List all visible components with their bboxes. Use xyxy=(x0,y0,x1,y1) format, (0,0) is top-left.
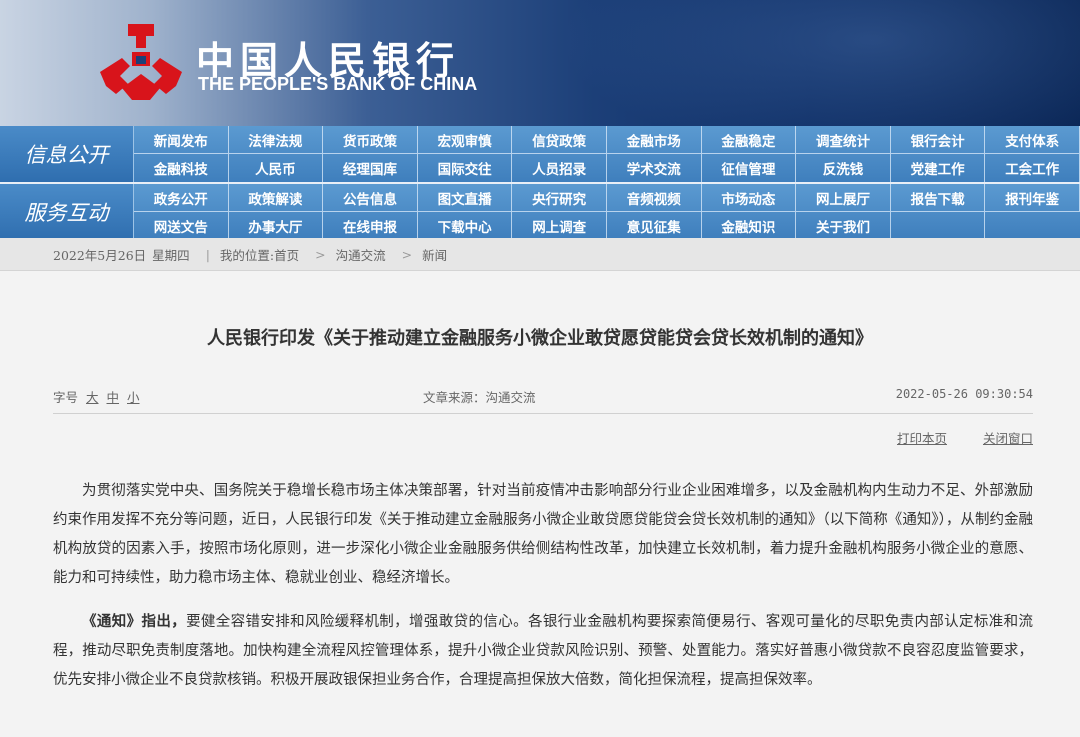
article-paragraph: 《通知》指出，要健全容错安排和风险缓释机制，增强敢贷的信心。各银行业金融机构要探… xyxy=(53,607,1033,695)
article-title: 人民银行印发《关于推动建立金融服务小微企业敢贷愿贷能贷会贷长效机制的通知》 xyxy=(207,328,873,349)
nav-link[interactable]: 支付体系 xyxy=(985,126,1080,154)
current-date: 2022年5月26日 xyxy=(53,247,147,263)
nav-link[interactable]: 市场动态 xyxy=(701,184,797,212)
current-weekday: 星期四 xyxy=(152,247,190,263)
nav-link[interactable]: 信贷政策 xyxy=(512,126,607,154)
nav-link[interactable]: 货币政策 xyxy=(323,126,418,154)
article-meta: 字号 大 中 小 文章来源：沟通交流 2022-05-26 09:30:54 xyxy=(53,387,1033,407)
breadcrumb-home-link[interactable]: 我的位置:首页 xyxy=(220,245,299,264)
pboc-emblem-icon[interactable] xyxy=(98,22,184,102)
article-datetime: 2022-05-26 09:30:54 xyxy=(895,387,1033,401)
nav-link[interactable]: 办事大厅 xyxy=(229,212,324,240)
nav-link[interactable]: 央行研究 xyxy=(512,184,607,212)
site-header: 中国人民银行 THE PEOPLE'S BANK OF CHINA xyxy=(0,0,1080,126)
nav-link[interactable]: 金融稳定 xyxy=(701,126,797,154)
nav-link[interactable]: 在线申报 xyxy=(323,212,418,240)
nav-link[interactable]: 国际交往 xyxy=(418,154,513,182)
nav-link[interactable]: 党建工作 xyxy=(891,154,986,182)
nav-link[interactable]: 网送文告 xyxy=(134,212,229,240)
nav-service-title: 服务互动 xyxy=(0,184,134,240)
font-size-medium-link[interactable]: 中 xyxy=(107,390,120,405)
nav-link[interactable]: 关于我们 xyxy=(796,212,891,240)
nav-link[interactable]: 经理国库 xyxy=(323,154,418,182)
nav-link[interactable]: 公告信息 xyxy=(323,184,418,212)
nav-link[interactable]: 报刊年鉴 xyxy=(985,184,1080,212)
nav-link[interactable]: 政策解读 xyxy=(228,184,324,212)
nav-link[interactable]: 金融知识 xyxy=(702,212,797,240)
article-tools: 打印本页 关闭窗口 xyxy=(865,428,1033,447)
nav-link[interactable]: 下载中心 xyxy=(418,212,513,240)
nav-link[interactable]: 法律法规 xyxy=(228,126,324,154)
breadcrumb-level2-link[interactable]: 新闻 xyxy=(422,245,447,264)
font-size-small-link[interactable]: 小 xyxy=(127,390,140,405)
main-navigation: 信息公开 新闻发布 法律法规 货币政策 宏观审慎 信贷政策 金融市场 金融稳定 … xyxy=(0,126,1080,240)
article-paragraph: 为贯彻落实党中央、国务院关于稳增长稳市场主体决策部署，针对当前疫情冲击影响部分行… xyxy=(53,483,1033,586)
nav-info-grid: 新闻发布 法律法规 货币政策 宏观审慎 信贷政策 金融市场 金融稳定 调查统计 … xyxy=(134,126,1080,182)
print-page-link[interactable]: 打印本页 xyxy=(897,431,947,446)
nav-service-grid: 政务公开 政策解读 公告信息 图文直播 央行研究 音频视频 市场动态 网上展厅 … xyxy=(134,184,1080,240)
nav-link[interactable]: 金融科技 xyxy=(134,154,229,182)
close-window-link[interactable]: 关闭窗口 xyxy=(983,431,1033,446)
nav-link[interactable]: 新闻发布 xyxy=(134,126,229,154)
nav-link-empty xyxy=(985,212,1080,240)
chevron-right-icon: > xyxy=(315,246,326,262)
nav-link[interactable]: 网上调查 xyxy=(512,212,607,240)
nav-link[interactable]: 人员招录 xyxy=(512,154,607,182)
nav-link[interactable]: 人民币 xyxy=(229,154,324,182)
font-size-label: 字号 xyxy=(53,390,79,405)
article-source: 文章来源：沟通交流 xyxy=(423,390,536,405)
nav-link[interactable]: 报告下载 xyxy=(890,184,986,212)
nav-link[interactable]: 网上展厅 xyxy=(796,184,891,212)
nav-link-empty xyxy=(891,212,986,240)
article-container: 人民银行印发《关于推动建立金融服务小微企业敢贷愿贷能贷会贷长效机制的通知》 字号… xyxy=(0,288,1080,737)
nav-link[interactable]: 征信管理 xyxy=(702,154,797,182)
nav-link[interactable]: 图文直播 xyxy=(417,184,513,212)
nav-link[interactable]: 政务公开 xyxy=(134,184,229,212)
nav-link[interactable]: 意见征集 xyxy=(607,212,702,240)
nav-link[interactable]: 调查统计 xyxy=(796,126,891,154)
nav-link[interactable]: 工会工作 xyxy=(985,154,1080,182)
breadcrumb-divider: | xyxy=(205,246,210,262)
nav-link[interactable]: 音频视频 xyxy=(606,184,702,212)
logo-english-name: THE PEOPLE'S BANK OF CHINA xyxy=(198,74,478,94)
breadcrumb: 2022年5月26日 星期四 | 我的位置:首页 > 沟通交流 > 新闻 xyxy=(0,238,1080,271)
nav-link[interactable]: 反洗钱 xyxy=(796,154,891,182)
nav-info-section: 信息公开 新闻发布 法律法规 货币政策 宏观审慎 信贷政策 金融市场 金融稳定 … xyxy=(0,126,1080,182)
font-size-large-link[interactable]: 大 xyxy=(86,390,99,405)
nav-link[interactable]: 金融市场 xyxy=(606,126,702,154)
nav-link[interactable]: 学术交流 xyxy=(607,154,702,182)
meta-divider xyxy=(53,413,1033,414)
header-glow xyxy=(560,0,1080,126)
nav-link[interactable]: 宏观审慎 xyxy=(417,126,513,154)
font-size-switcher: 字号 大 中 小 xyxy=(53,387,140,406)
paragraph-body: 要健全容错安排和风险缓释机制，增强敢贷的信心。各银行业金融机构要探索简便易行、客… xyxy=(53,614,1034,688)
nav-info-title: 信息公开 xyxy=(0,126,134,182)
breadcrumb-level1-link[interactable]: 沟通交流 xyxy=(336,245,386,264)
paragraph-lead: 《通知》指出， xyxy=(82,613,187,630)
nav-service-section: 服务互动 政务公开 政策解读 公告信息 图文直播 央行研究 音频视频 市场动态 … xyxy=(0,182,1080,240)
nav-link[interactable]: 银行会计 xyxy=(890,126,986,154)
chevron-right-icon: > xyxy=(401,246,413,262)
